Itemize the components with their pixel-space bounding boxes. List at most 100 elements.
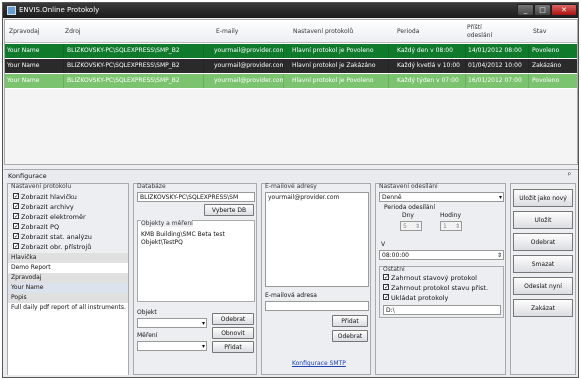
cell-email: yourmail@provider.com [203, 74, 283, 88]
smazat-button[interactable]: Smazat [513, 255, 573, 273]
checkbox-label: Zobrazit PQ [21, 223, 60, 231]
checkbox-zobrazit-elektromer[interactable]: ✓ Zobrazit elektroměr [13, 213, 86, 222]
checkbox-ukladat-protokoly[interactable]: ✓ Ukládat protokoly [383, 294, 448, 303]
cell-perioda: Každý týden v 07:00 [388, 74, 465, 88]
time-value: 08:00:00 [382, 252, 409, 259]
cell-nastaveni: Hlavní protokol je Povoleno [283, 74, 388, 88]
actions-group: Uložit jako nový Uložit Odebrat Smazat O… [510, 183, 576, 375]
app-icon [7, 6, 16, 15]
pridat-objekt-button[interactable]: Přidat [212, 341, 254, 353]
cell-perioda: Každý kvetlá v 10:00 [388, 59, 465, 73]
property-value-hlavicka[interactable]: Demo Report [8, 263, 128, 273]
checkbox-label: Zahrnout stavový protokol [391, 274, 477, 282]
maximize-button[interactable]: □ [534, 4, 551, 16]
col-header-stav[interactable]: Stav [533, 20, 546, 43]
pridat-email-button[interactable]: Přidat [332, 315, 368, 327]
cell-perioda: Každý den v 08:00 [388, 44, 465, 58]
cell-stav: Povoleno [528, 44, 577, 58]
odebrat-button[interactable]: Odebrat [513, 233, 573, 251]
cell-zdroj: BLIZKOVSKY-PC\SQLEXPRESS\SMP_B2 [63, 44, 203, 58]
ostatni-group: Ostatní ✓ Zahrnout stavový protokol ✓ Zahr… [379, 266, 504, 318]
hodiny-stepper[interactable]: 1 ⇕ [440, 221, 462, 231]
list-item[interactable]: Objekt\TestPQ [141, 239, 183, 246]
col-header-perioda[interactable]: Perioda [397, 20, 419, 43]
checkbox-label: Zobrazit elektroměr [21, 213, 86, 221]
odebrat-objekt-button[interactable]: Odebrat [212, 313, 254, 325]
ulozit-jako-novy-button[interactable]: Uložit jako nový [513, 189, 573, 207]
cas-field[interactable]: 08:00:00 ⇕ [379, 250, 504, 260]
stepper-value: 1 [443, 223, 447, 230]
close-button[interactable]: ✕ [551, 4, 577, 16]
cell-zpravodaj: Your Name [7, 62, 40, 69]
v-label: V [381, 241, 386, 248]
database-field[interactable]: BLIZKOVSKY-PC\SQLEXPRESS\SM [137, 192, 255, 202]
checkbox-zobrazit-obr-pristroju[interactable]: ✓ Zobrazit obr. přístrojů [13, 243, 91, 252]
mereni-dropdown[interactable]: ▾ [137, 341, 207, 351]
smtp-config-link[interactable]: Konfigurace SMTP [292, 360, 346, 367]
konfigurace-title: Konfigurace [8, 172, 47, 180]
cell-pristi: 16/01/2012 07:00 [465, 74, 528, 88]
list-item[interactable]: KMB Building\SMC Beta test [141, 231, 225, 238]
checkbox-zahrnout-stavovy[interactable]: ✓ Zahrnout stavový protokol [383, 274, 477, 283]
group-label: Databáze [137, 183, 166, 190]
col-header-pristi[interactable]: Příští odeslání [467, 20, 507, 43]
minimize-button[interactable]: _ [517, 4, 534, 16]
odebrat-email-button[interactable]: Odebrat [332, 330, 368, 342]
checkbox-zobrazit-pq[interactable]: ✓ Zobrazit PQ [13, 223, 59, 232]
spin-icon: ⇕ [414, 223, 420, 230]
title-bar: ENVIS.Online Protokoly _ □ ✕ [3, 3, 578, 18]
table-row[interactable]: Your Name BLIZKOVSKY-PC\SQLEXPRESS\SMP_B… [5, 59, 577, 73]
cell-email: yourmail@provider.com [203, 59, 283, 73]
checkbox-icon: ✓ [13, 243, 20, 250]
odeslat-nyni-button[interactable]: Odeslat nyní [513, 277, 573, 295]
cell-zpravodaj: Your Name [7, 47, 40, 54]
property-empty-area [8, 323, 128, 375]
vyberte-db-button[interactable]: Vyberte DB [204, 204, 254, 216]
property-value-popis[interactable]: Full daily pdf report of all instruments… [8, 303, 128, 323]
table-row[interactable]: Your Name BLIZKOVSKY-PC\SQLEXPRESS\SMP_B… [5, 44, 577, 58]
col-header-zpravodaj[interactable]: Zpravodaj [9, 20, 39, 43]
col-header-nastaveni[interactable]: Nastavení protokolů [293, 20, 353, 43]
cesta-field[interactable]: D:\ [383, 305, 501, 315]
cell-nastaveni: Hlavní protokol je Zakázáno [283, 59, 388, 73]
property-category: Zpravodaj [8, 273, 128, 283]
zakazat-button[interactable]: Zakázat [513, 299, 573, 317]
group-label: Nastavení protokolu [11, 183, 72, 190]
pin-icon[interactable]: ᵖ [568, 171, 571, 179]
checkbox-icon: ✓ [13, 213, 20, 220]
email-adresa-field[interactable] [265, 301, 369, 311]
cell-pristi: 01/04/2012 10:00 [465, 59, 528, 73]
window-title: ENVIS.Online Protokoly [19, 6, 100, 14]
cell-nastaveni: Hlavní protokol je Povoleno [283, 44, 388, 58]
spin-icon: ⇕ [454, 223, 460, 230]
checkbox-zobrazit-hlavicku[interactable]: ✓ Zobrazit hlavičku [13, 193, 77, 202]
dny-label: Dny [402, 212, 414, 219]
table-row[interactable]: Your Name BLIZKOVSKY-PC\SQLEXPRESS\SMP_B… [5, 74, 577, 88]
group-label: Objekty a měření [141, 220, 193, 227]
app-window: ENVIS.Online Protokoly _ □ ✕ Zpravodaj Z… [2, 2, 579, 378]
konfigurace-panel: Konfigurace ᵖ Nastavení protokolu ✓ Zobra… [4, 169, 578, 377]
cell-zpravodaj: Your Name [7, 77, 40, 84]
emaily-group: E-mailové adresy yourmail@provider.com E… [261, 183, 371, 375]
checkbox-zobrazit-archivy[interactable]: ✓ Zobrazit archivy [13, 203, 74, 212]
list-item[interactable]: yourmail@provider.com [268, 193, 368, 202]
col-header-zdroj[interactable]: Zdroj [65, 20, 81, 43]
property-category: Popis [8, 293, 128, 303]
checkbox-icon: ✓ [13, 233, 20, 240]
objekt-dropdown[interactable]: ▾ [137, 318, 207, 328]
checkbox-zobrazit-stat-analyzu[interactable]: ✓ Zobrazit stat. analýzu [13, 233, 92, 242]
ulozit-button[interactable]: Uložit [513, 211, 573, 229]
checkbox-zahrnout-stavu-prist[interactable]: ✓ Zahrnout protokol stavu přist. [383, 284, 488, 293]
email-list[interactable]: yourmail@provider.com [265, 192, 369, 287]
property-value-zpravodaj[interactable]: Your Name [8, 283, 128, 293]
property-category: Hlavička [8, 253, 128, 263]
dny-stepper[interactable]: 5 ⇕ [400, 221, 422, 231]
perioda-dropdown[interactable]: Denně ▾ [379, 192, 504, 202]
cell-stav: Zakázáno [528, 59, 577, 73]
cell-zdroj: BLIZKOVSKY-PC\SQLEXPRESS\SMP_B2 [63, 74, 203, 88]
col-header-emaily[interactable]: E-maily [216, 20, 238, 43]
checkbox-icon: ✓ [383, 294, 390, 301]
obnovit-button[interactable]: Obnovit [212, 327, 254, 339]
email-adresa-label: E-mailová adresa [265, 292, 317, 299]
checkbox-icon: ✓ [383, 274, 390, 281]
